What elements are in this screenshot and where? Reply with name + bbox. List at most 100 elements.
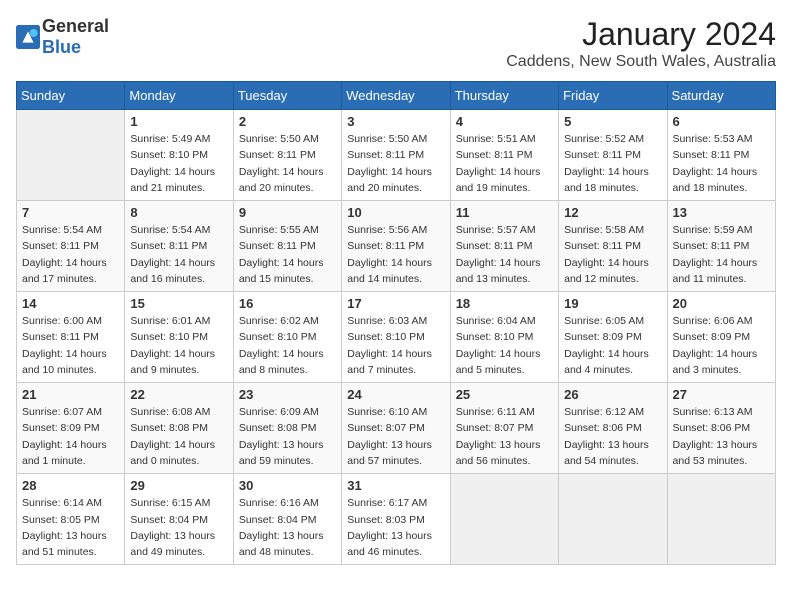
day-info: Sunrise: 5:51 AM Sunset: 8:11 PM Dayligh… xyxy=(456,131,553,196)
day-of-week-sunday: Sunday xyxy=(17,82,125,110)
month-title: January 2024 xyxy=(506,16,776,53)
calendar-cell xyxy=(667,474,775,565)
day-info: Sunrise: 5:54 AM Sunset: 8:11 PM Dayligh… xyxy=(22,222,119,287)
day-info: Sunrise: 6:12 AM Sunset: 8:06 PM Dayligh… xyxy=(564,404,661,469)
day-number: 23 xyxy=(239,387,336,402)
title-block: January 2024 Caddens, New South Wales, A… xyxy=(506,16,776,71)
day-number: 31 xyxy=(347,478,444,493)
day-number: 26 xyxy=(564,387,661,402)
day-number: 16 xyxy=(239,296,336,311)
day-number: 7 xyxy=(22,205,119,220)
logo-blue-text: Blue xyxy=(42,37,81,57)
day-info: Sunrise: 6:11 AM Sunset: 8:07 PM Dayligh… xyxy=(456,404,553,469)
day-number: 3 xyxy=(347,114,444,129)
calendar-cell: 5 Sunrise: 5:52 AM Sunset: 8:11 PM Daylig… xyxy=(559,110,667,201)
calendar-cell: 21 Sunrise: 6:07 AM Sunset: 8:09 PM Dayli… xyxy=(17,383,125,474)
day-number: 8 xyxy=(130,205,227,220)
day-info: Sunrise: 6:13 AM Sunset: 8:06 PM Dayligh… xyxy=(673,404,770,469)
day-number: 30 xyxy=(239,478,336,493)
calendar-cell: 7 Sunrise: 5:54 AM Sunset: 8:11 PM Daylig… xyxy=(17,201,125,292)
day-info: Sunrise: 5:57 AM Sunset: 8:11 PM Dayligh… xyxy=(456,222,553,287)
day-number: 9 xyxy=(239,205,336,220)
day-info: Sunrise: 5:49 AM Sunset: 8:10 PM Dayligh… xyxy=(130,131,227,196)
day-number: 14 xyxy=(22,296,119,311)
calendar-cell: 4Sunrise: 5:51 AM Sunset: 8:11 PM Daylig… xyxy=(450,110,558,201)
logo-icon xyxy=(16,25,40,49)
calendar-cell: 12Sunrise: 5:58 AM Sunset: 8:11 PM Dayli… xyxy=(559,201,667,292)
calendar-cell: 16 Sunrise: 6:02 AM Sunset: 8:10 PM Dayli… xyxy=(233,292,341,383)
calendar-cell: 23Sunrise: 6:09 AM Sunset: 8:08 PM Dayli… xyxy=(233,383,341,474)
calendar-cell: 10 Sunrise: 5:56 AM Sunset: 8:11 PM Dayli… xyxy=(342,201,450,292)
calendar-cell: 31 Sunrise: 6:17 AM Sunset: 8:03 PM Dayli… xyxy=(342,474,450,565)
day-number: 5 xyxy=(564,114,661,129)
calendar-cell: 22 Sunrise: 6:08 AM Sunset: 8:08 PM Dayli… xyxy=(125,383,233,474)
day-info: Sunrise: 6:10 AM Sunset: 8:07 PM Dayligh… xyxy=(347,404,444,469)
day-number: 13 xyxy=(673,205,770,220)
day-of-week-monday: Monday xyxy=(125,82,233,110)
calendar-week-row: 28Sunrise: 6:14 AM Sunset: 8:05 PM Dayli… xyxy=(17,474,776,565)
calendar-cell: 27 Sunrise: 6:13 AM Sunset: 8:06 PM Dayli… xyxy=(667,383,775,474)
calendar-cell: 30Sunrise: 6:16 AM Sunset: 8:04 PM Dayli… xyxy=(233,474,341,565)
day-info: Sunrise: 6:04 AM Sunset: 8:10 PM Dayligh… xyxy=(456,313,553,378)
day-number: 11 xyxy=(456,205,553,220)
day-info: Sunrise: 6:02 AM Sunset: 8:10 PM Dayligh… xyxy=(239,313,336,378)
day-of-week-tuesday: Tuesday xyxy=(233,82,341,110)
calendar-cell: 26 Sunrise: 6:12 AM Sunset: 8:06 PM Dayli… xyxy=(559,383,667,474)
calendar-table: SundayMondayTuesdayWednesdayThursdayFrid… xyxy=(16,81,776,565)
calendar-week-row: 21 Sunrise: 6:07 AM Sunset: 8:09 PM Dayli… xyxy=(17,383,776,474)
calendar-week-row: 7 Sunrise: 5:54 AM Sunset: 8:11 PM Daylig… xyxy=(17,201,776,292)
calendar-cell: 15 Sunrise: 6:01 AM Sunset: 8:10 PM Dayli… xyxy=(125,292,233,383)
calendar-cell: 14Sunrise: 6:00 AM Sunset: 8:11 PM Dayli… xyxy=(17,292,125,383)
calendar-cell: 24 Sunrise: 6:10 AM Sunset: 8:07 PM Dayli… xyxy=(342,383,450,474)
logo-general-text: General xyxy=(42,16,109,36)
calendar-cell: 6Sunrise: 5:53 AM Sunset: 8:11 PM Daylig… xyxy=(667,110,775,201)
day-of-week-wednesday: Wednesday xyxy=(342,82,450,110)
calendar-cell xyxy=(450,474,558,565)
day-info: Sunrise: 5:59 AM Sunset: 8:11 PM Dayligh… xyxy=(673,222,770,287)
day-info: Sunrise: 5:56 AM Sunset: 8:11 PM Dayligh… xyxy=(347,222,444,287)
day-number: 21 xyxy=(22,387,119,402)
day-number: 1 xyxy=(130,114,227,129)
day-info: Sunrise: 6:06 AM Sunset: 8:09 PM Dayligh… xyxy=(673,313,770,378)
day-info: Sunrise: 6:05 AM Sunset: 8:09 PM Dayligh… xyxy=(564,313,661,378)
calendar-cell: 1 Sunrise: 5:49 AM Sunset: 8:10 PM Daylig… xyxy=(125,110,233,201)
calendar-cell: 2Sunrise: 5:50 AM Sunset: 8:11 PM Daylig… xyxy=(233,110,341,201)
day-info: Sunrise: 5:50 AM Sunset: 8:11 PM Dayligh… xyxy=(347,131,444,196)
calendar-cell xyxy=(17,110,125,201)
logo: General Blue xyxy=(16,16,109,58)
day-info: Sunrise: 6:08 AM Sunset: 8:08 PM Dayligh… xyxy=(130,404,227,469)
day-number: 20 xyxy=(673,296,770,311)
calendar-body: 1 Sunrise: 5:49 AM Sunset: 8:10 PM Daylig… xyxy=(17,110,776,565)
calendar-week-row: 14Sunrise: 6:00 AM Sunset: 8:11 PM Dayli… xyxy=(17,292,776,383)
page-header: General Blue January 2024 Caddens, New S… xyxy=(16,16,776,71)
day-number: 25 xyxy=(456,387,553,402)
calendar-cell: 20 Sunrise: 6:06 AM Sunset: 8:09 PM Dayli… xyxy=(667,292,775,383)
calendar-cell: 28Sunrise: 6:14 AM Sunset: 8:05 PM Dayli… xyxy=(17,474,125,565)
day-number: 29 xyxy=(130,478,227,493)
day-number: 28 xyxy=(22,478,119,493)
calendar-week-row: 1 Sunrise: 5:49 AM Sunset: 8:10 PM Daylig… xyxy=(17,110,776,201)
day-of-week-thursday: Thursday xyxy=(450,82,558,110)
day-of-week-saturday: Saturday xyxy=(667,82,775,110)
day-info: Sunrise: 5:58 AM Sunset: 8:11 PM Dayligh… xyxy=(564,222,661,287)
day-number: 2 xyxy=(239,114,336,129)
calendar-cell: 18 Sunrise: 6:04 AM Sunset: 8:10 PM Dayli… xyxy=(450,292,558,383)
day-info: Sunrise: 5:52 AM Sunset: 8:11 PM Dayligh… xyxy=(564,131,661,196)
calendar-cell: 25 Sunrise: 6:11 AM Sunset: 8:07 PM Dayli… xyxy=(450,383,558,474)
day-info: Sunrise: 6:15 AM Sunset: 8:04 PM Dayligh… xyxy=(130,495,227,560)
day-number: 24 xyxy=(347,387,444,402)
day-info: Sunrise: 6:17 AM Sunset: 8:03 PM Dayligh… xyxy=(347,495,444,560)
day-info: Sunrise: 6:03 AM Sunset: 8:10 PM Dayligh… xyxy=(347,313,444,378)
calendar-cell: 29 Sunrise: 6:15 AM Sunset: 8:04 PM Dayli… xyxy=(125,474,233,565)
calendar-header-row: SundayMondayTuesdayWednesdayThursdayFrid… xyxy=(17,82,776,110)
day-info: Sunrise: 6:01 AM Sunset: 8:10 PM Dayligh… xyxy=(130,313,227,378)
day-number: 22 xyxy=(130,387,227,402)
day-number: 10 xyxy=(347,205,444,220)
day-number: 15 xyxy=(130,296,227,311)
calendar-cell: 13 Sunrise: 5:59 AM Sunset: 8:11 PM Dayli… xyxy=(667,201,775,292)
day-number: 27 xyxy=(673,387,770,402)
day-number: 18 xyxy=(456,296,553,311)
day-info: Sunrise: 6:07 AM Sunset: 8:09 PM Dayligh… xyxy=(22,404,119,469)
day-info: Sunrise: 5:54 AM Sunset: 8:11 PM Dayligh… xyxy=(130,222,227,287)
location-title: Caddens, New South Wales, Australia xyxy=(506,53,776,71)
